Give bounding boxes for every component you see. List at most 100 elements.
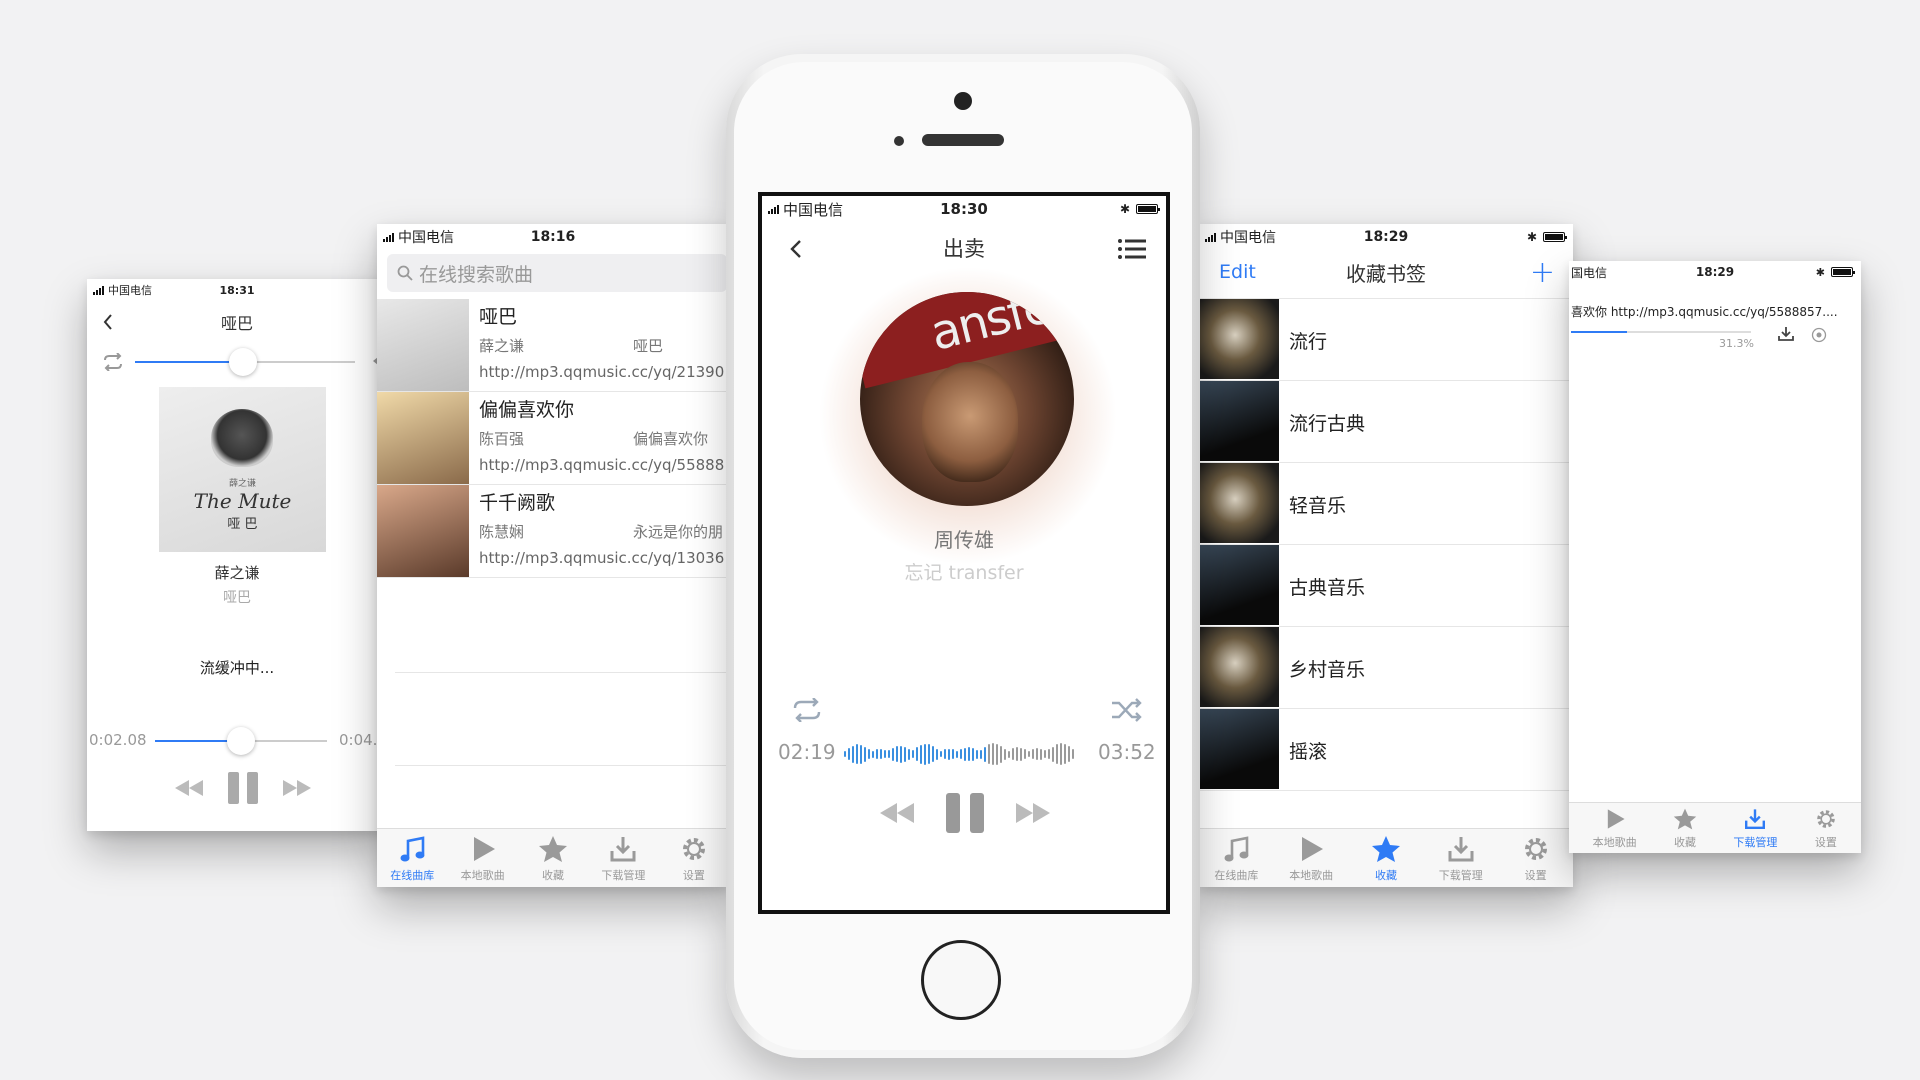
tab-label: 本地歌曲 [1592,835,1637,849]
favorite-row[interactable]: 古典音乐 [1199,545,1573,627]
play-icon [1603,807,1627,831]
cancel-download-icon[interactable] [1811,327,1827,343]
play-icon [1296,834,1326,864]
home-button[interactable] [921,940,1001,1020]
tab-star[interactable]: 收藏 [518,829,588,887]
song-thumbnail [377,392,469,484]
waveform-bar [896,746,898,762]
pause-button[interactable] [944,793,986,833]
waveform-bar [940,751,942,757]
tab-star[interactable]: 收藏 [1349,829,1424,887]
pause-button[interactable] [227,772,259,804]
playlist-icon[interactable] [1118,239,1146,259]
back-icon[interactable] [790,239,802,259]
waveform-bar [968,747,970,761]
waveform-bar [1056,744,1058,764]
tab-download[interactable]: 下载管理 [1423,829,1498,887]
star-icon [538,834,568,864]
status-time: 18:30 [940,200,988,218]
fast-forward-icon[interactable] [1016,803,1050,823]
favorite-thumbnail [1199,709,1279,789]
favorite-row[interactable]: 轻音乐 [1199,463,1573,545]
song-title: 哑巴 [479,306,518,328]
favorite-thumbnail [1199,627,1279,707]
favorite-row[interactable]: 摇滚 [1199,709,1573,791]
song-artist: 薛之谦 [479,337,525,355]
search-bar[interactable]: 在线搜索歌曲 [387,254,727,292]
tab-music-note[interactable]: 在线曲库 [1199,829,1274,887]
repeat-icon[interactable] [101,353,125,371]
front-camera [954,92,972,110]
back-icon[interactable] [103,314,113,330]
waveform-bar [916,747,918,761]
song-album: 偏偏喜欢你 [633,430,709,448]
song-row[interactable]: 千千阙歌 陈慧娴 永远是你的朋 http://mp3.qqmusic.cc/yq… [377,485,729,578]
album-art: 薛之谦 The Mute 哑 巴 [159,387,326,552]
waveform-bar [1032,749,1034,759]
song-title: 偏偏喜欢你 [479,399,575,421]
total-time: 03:52 [1098,740,1156,764]
tab-play[interactable]: 本地歌曲 [1579,803,1649,853]
repeat-icon[interactable] [790,698,824,722]
waveform-bar [1008,750,1010,758]
tab-music-note[interactable]: 在线曲库 [1569,803,1579,853]
download-icon[interactable] [1777,326,1795,342]
song-title: 出卖 [943,237,985,261]
tab-music-note[interactable]: 在线曲库 [377,829,447,887]
waveform-bar [1040,748,1042,760]
rewind-icon[interactable] [175,780,203,796]
waveform-bar [956,750,958,758]
waveform-bar [860,744,862,764]
waveform-bar [1044,750,1046,758]
song-url: http://mp3.qqmusic.cc/yq/21390 [479,363,725,381]
waveform-bar [936,748,938,760]
waveform-bar [908,748,910,760]
waveform-bar [884,750,886,758]
rewind-icon[interactable] [880,803,914,823]
waveform-progress[interactable] [844,741,1084,767]
downloads-screen: 国电信 18:29 ✱ 喜欢你 http://mp3.qqmusic.cc/yq… [1569,261,1861,853]
search-input[interactable]: 在线搜索歌曲 [419,260,533,287]
player-screen-center: 中国电信 18:30 ✱ 出卖 ansfe 周传雄 忘记 transfer 02… [758,192,1170,914]
waveform-bar [1052,746,1054,762]
bluetooth-icon: ✱ [1119,202,1130,216]
song-row[interactable]: 哑巴 薛之谦 哑巴 http://mp3.qqmusic.cc/yq/21390 [377,299,729,392]
waveform-bar [876,749,878,759]
tab-play[interactable]: 本地歌曲 [447,829,517,887]
song-row[interactable]: 偏偏喜欢你 陈百强 偏偏喜欢你 http://mp3.qqmusic.cc/yq… [377,392,729,485]
tab-label: 下载管理 [601,868,646,882]
waveform-bar [932,746,934,762]
volume-slider[interactable] [135,348,355,376]
tab-bar: 在线曲库 本地歌曲 收藏 下载管理 设置 [377,828,729,887]
album-art-small-text: 薛之谦 [228,479,256,489]
album-art-subtitle: 哑 巴 [227,517,258,532]
bluetooth-icon: ✱ [1815,265,1825,279]
battery-icon [1136,204,1160,214]
edit-button[interactable]: Edit [1219,261,1256,283]
waveform-bar [948,748,950,760]
status-time: 18:31 [219,283,255,297]
favorite-row[interactable]: 乡村音乐 [1199,627,1573,709]
tab-play[interactable]: 本地歌曲 [1274,829,1349,887]
tab-download[interactable]: 下载管理 [1720,803,1790,853]
tab-download[interactable]: 下载管理 [588,829,658,887]
add-button[interactable]: + [1530,255,1555,290]
favorite-thumbnail [1199,299,1279,379]
status-bar: 国电信 18:29 ✱ [1569,261,1861,283]
tab-gear[interactable]: 设置 [1791,803,1861,853]
waveform-bar [844,751,846,757]
fast-forward-icon[interactable] [283,780,311,796]
favorite-row[interactable]: 流行古典 [1199,381,1573,463]
shuffle-icon[interactable] [1110,698,1144,722]
waveform-bar [900,745,902,763]
progress-slider[interactable] [155,727,327,755]
waveform-bar [1036,748,1038,760]
tab-star[interactable]: 收藏 [1650,803,1720,853]
favorite-row[interactable]: 流行 [1199,299,1573,381]
waveform-bar [864,746,866,762]
tab-label: 收藏 [1374,868,1397,882]
tab-gear[interactable]: 设置 [659,829,729,887]
download-icon [1446,834,1476,864]
waveform-bar [928,744,930,764]
tab-gear[interactable]: 设置 [1498,829,1573,887]
